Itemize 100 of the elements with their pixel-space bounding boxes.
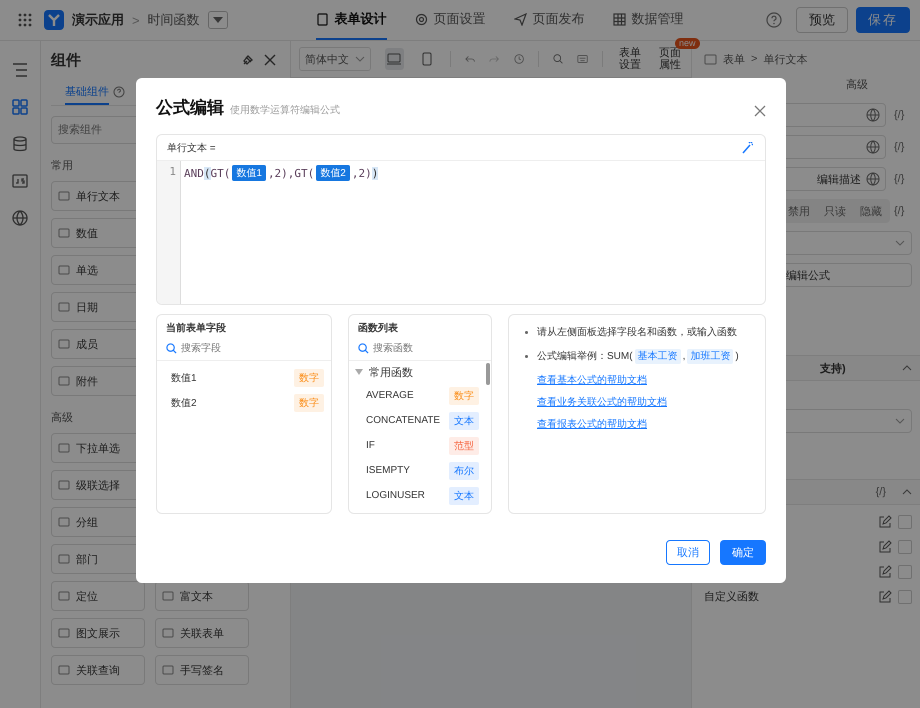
group-title: 常用 (51, 160, 73, 172)
chevron-down-icon (354, 56, 365, 62)
function-item[interactable]: CONCATENATE 文本 (349, 410, 491, 431)
component-item[interactable]: 手写签名 (155, 655, 249, 685)
app-grid-icon[interactable] (18, 13, 32, 27)
globe-icon[interactable] (866, 108, 880, 122)
magic-wand-icon[interactable] (741, 142, 753, 154)
variable-binding-button[interactable]: {/} (876, 486, 886, 498)
search-icon (358, 343, 369, 354)
component-icon (58, 442, 70, 454)
group-title: 高级 (51, 412, 73, 424)
form-icon (704, 54, 717, 64)
component-icon (58, 338, 70, 350)
globe-icon[interactable] (11, 209, 29, 227)
component-item[interactable]: 关联表单 (155, 618, 249, 648)
dialog-title: 公式编辑 (156, 97, 224, 119)
help-link[interactable]: 查看报表公式的帮助文档 (523, 417, 751, 431)
nav-tab[interactable]: 表单设计 (316, 0, 387, 40)
edit-icon[interactable] (878, 564, 892, 578)
line-number: 1 (169, 165, 176, 178)
component-icon (58, 227, 70, 239)
help-text: 请从左侧面板选择字段名和函数，或输入函数 (537, 326, 737, 339)
globe-icon[interactable] (866, 140, 880, 154)
component-icon (162, 664, 174, 676)
checkbox[interactable] (898, 590, 912, 604)
type-tag: 文本 (449, 412, 479, 430)
formula-editor[interactable]: 单行文本 = 1 AND(GT( 数值1 ,2),GT( 数值2 ,2)) (156, 134, 766, 305)
database-icon[interactable] (11, 135, 29, 153)
edit-icon[interactable] (878, 540, 892, 554)
function-group[interactable]: 常用函数 (349, 363, 491, 381)
function-item[interactable]: ISEMPTY 布尔 (349, 460, 491, 481)
variable-binding-button[interactable]: {/} (894, 173, 912, 185)
close-icon[interactable] (264, 54, 276, 66)
help-icon[interactable] (766, 12, 782, 28)
component-icon (162, 590, 174, 602)
edit-icon[interactable] (878, 514, 892, 528)
keyboard-icon[interactable] (577, 54, 588, 64)
preview-button[interactable]: 预览 (796, 7, 848, 33)
field-item[interactable]: 数值2 数字 (157, 392, 331, 413)
form-settings-button[interactable]: 表单设置 (617, 47, 644, 71)
panel-title: 函数列表 (357, 322, 399, 335)
function-item[interactable]: AVERAGE 数字 (349, 385, 491, 406)
scrollbar-thumb[interactable] (486, 363, 490, 385)
close-icon[interactable] (754, 105, 766, 117)
nav-tab[interactable]: 页面设置 (414, 0, 486, 40)
pin-icon[interactable] (241, 54, 254, 66)
field-item[interactable]: 数值1 数字 (157, 367, 331, 388)
component-icon (58, 264, 70, 276)
page-name[interactable]: 时间函数 (148, 11, 200, 29)
search-icon[interactable] (552, 53, 564, 65)
page-properties-button[interactable]: 页面属性 (657, 47, 684, 71)
checkbox[interactable] (898, 540, 912, 554)
nav-tab[interactable]: 页面发布 (514, 0, 585, 40)
dropdown-button[interactable] (208, 11, 228, 29)
component-tab[interactable]: 基础组件 (65, 79, 109, 105)
component-icon (58, 479, 70, 491)
checkbox[interactable] (898, 514, 912, 528)
chevron-up-icon[interactable] (902, 365, 912, 371)
save-button[interactable]: 保存 (856, 7, 910, 33)
language-select[interactable]: 简体中文 (299, 47, 371, 71)
settings-tab[interactable]: 高级 (846, 77, 868, 99)
nav-tab[interactable]: 数据管理 (612, 0, 684, 40)
type-tag: 数字 (294, 394, 324, 412)
bullet-icon (525, 330, 528, 334)
type-tag: 数字 (294, 368, 324, 386)
breadcrumb-item[interactable]: 单行文本 (763, 52, 808, 66)
edit-icon[interactable] (878, 590, 892, 604)
outline-icon[interactable] (11, 61, 29, 79)
chevron-down-icon (895, 418, 905, 424)
state-option[interactable]: 隐藏 (860, 204, 882, 218)
breadcrumb-item[interactable]: 表单 (723, 52, 745, 66)
globe-icon[interactable] (866, 172, 880, 186)
cancel-button[interactable]: 取消 (666, 540, 710, 565)
help-icon[interactable] (113, 86, 125, 98)
confirm-button[interactable]: 确定 (720, 540, 766, 565)
function-item[interactable]: LOGINUSER 文本 (349, 485, 491, 506)
state-option[interactable]: 只读 (824, 204, 846, 218)
function-item[interactable]: IF 范型 (349, 435, 491, 456)
desktop-view-button[interactable] (384, 48, 404, 70)
component-grid-icon[interactable] (11, 98, 29, 116)
chevron-up-icon[interactable] (902, 489, 912, 495)
variable-binding-button[interactable]: {/} (894, 141, 912, 153)
component-item[interactable]: 图文展示 (51, 618, 145, 648)
type-tag: 范型 (449, 436, 479, 454)
app-name[interactable]: 演示应用 (72, 11, 124, 29)
js-icon[interactable] (11, 172, 29, 190)
panel-title: 组件 (51, 50, 82, 70)
app-logo-icon (44, 10, 64, 30)
gear-icon (414, 12, 428, 26)
help-link[interactable]: 查看业务关联公式的帮助文档 (523, 395, 751, 409)
document-icon (316, 12, 329, 26)
state-option[interactable]: 禁用 (788, 204, 810, 218)
component-item[interactable]: 关联查询 (51, 655, 145, 685)
variable-binding-button[interactable]: {/} (894, 109, 912, 121)
checkbox[interactable] (898, 564, 912, 578)
history-icon[interactable] (514, 53, 524, 65)
type-tag: 布尔 (449, 462, 479, 480)
component-item[interactable]: 定位 (51, 581, 145, 611)
component-icon (58, 590, 70, 602)
variable-binding-button[interactable]: {/} (894, 205, 912, 217)
